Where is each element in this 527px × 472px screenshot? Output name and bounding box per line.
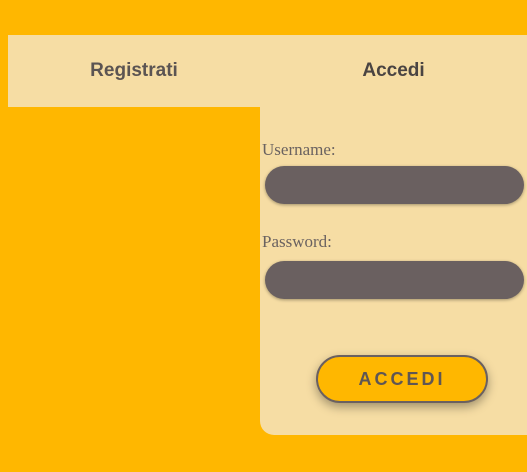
password-input[interactable] bbox=[265, 261, 524, 299]
password-label: Password: bbox=[262, 232, 332, 251]
auth-tabs: Registrati Accedi bbox=[8, 35, 527, 107]
login-panel: Username: Password: ACCEDI bbox=[260, 100, 527, 435]
username-label: Username: bbox=[262, 140, 336, 159]
login-submit-button[interactable]: ACCEDI bbox=[316, 355, 488, 403]
tab-login[interactable]: Accedi bbox=[260, 35, 527, 107]
tab-register[interactable]: Registrati bbox=[8, 35, 260, 107]
username-input[interactable] bbox=[265, 166, 524, 204]
